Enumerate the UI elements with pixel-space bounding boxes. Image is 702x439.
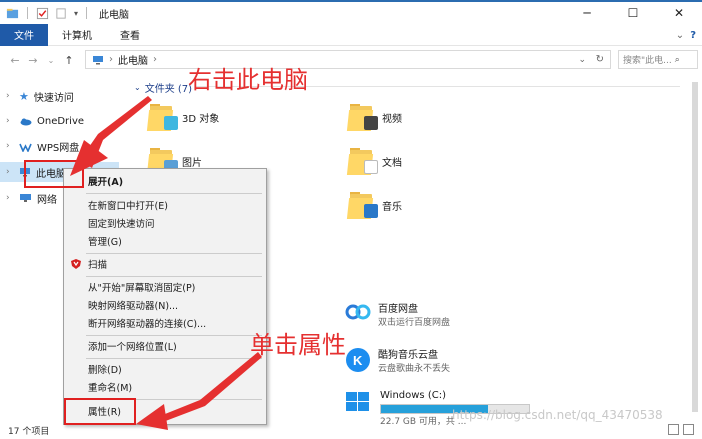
arrow-to-this-pc-head xyxy=(70,140,108,176)
annotation-arrows xyxy=(70,96,262,430)
arrow-to-properties xyxy=(150,352,262,425)
arrow-to-properties-head xyxy=(136,404,168,430)
annotation-right-click: 右击此电脑 xyxy=(188,66,308,94)
explorer-window: ▾ 此电脑 ─ ☐ ✕ 文件 计算机 查看 ⌄ ? ← → ⌄ ↑ › 此电脑 … xyxy=(0,0,702,439)
annotation-click-properties: 单击属性 xyxy=(250,331,346,359)
